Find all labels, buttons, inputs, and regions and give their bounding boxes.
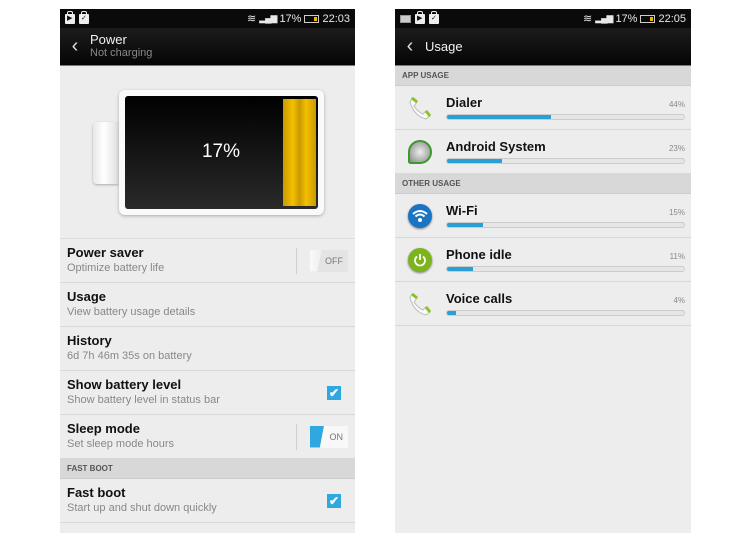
section-header-fast-boot: FAST BOOT — [60, 459, 355, 479]
usage-bar-fill — [447, 267, 474, 271]
clock: 22:05 — [658, 12, 686, 25]
action-bar: ‹ Usage — [395, 28, 691, 66]
item-title: Sleep mode — [67, 421, 140, 436]
toggle-knob — [310, 249, 322, 272]
power-screen: ▶ ✓ ≋ ▂▄▆ 17% 22:03 ‹ Power Not charging… — [60, 9, 355, 533]
usage-row-android-system[interactable]: Android System 23% — [395, 130, 691, 174]
item-subtitle: 6d 7h 46m 35s on battery — [67, 350, 192, 362]
usage-percent: 23% — [668, 144, 685, 153]
signal-icon: ▂▄▆ — [259, 13, 277, 23]
battery-level-label: 17% — [201, 141, 241, 162]
battery-icon — [304, 14, 320, 23]
usage-item[interactable]: Usage View battery usage details — [60, 283, 355, 327]
item-subtitle: Set sleep mode hours — [67, 438, 175, 450]
back-icon[interactable]: ‹ — [60, 35, 90, 58]
item-subtitle: View battery usage details — [67, 306, 196, 318]
usage-name: Wi-Fi — [446, 203, 478, 218]
power-saver-toggle[interactable]: OFF — [296, 247, 348, 274]
keyboard-icon — [400, 14, 411, 23]
section-header-other-usage: OTHER USAGE — [395, 174, 691, 194]
play-store-icon: ▶ — [65, 10, 75, 24]
usage-name: Android System — [446, 139, 546, 154]
toggle-knob — [310, 425, 324, 448]
usage-bar — [446, 266, 685, 272]
usage-bar — [446, 222, 685, 228]
usage-bar — [446, 310, 685, 316]
wifi-icon: ≋ — [246, 13, 257, 25]
item-title: Show battery level — [67, 377, 182, 392]
usage-bar-fill — [447, 223, 483, 227]
item-title: Fast boot — [67, 485, 126, 500]
power-icon — [405, 245, 435, 275]
battery-percent: 17% — [615, 12, 638, 25]
status-bar: ▶ ✓ ≋ ▂▄▆ 17% 22:03 — [60, 9, 355, 28]
sleep-mode-item[interactable]: Sleep mode Set sleep mode hours ON — [60, 415, 355, 459]
battery-terminal — [92, 121, 121, 184]
usage-row-phone-idle[interactable]: Phone idle 11% — [395, 238, 691, 282]
wifi-icon — [405, 201, 435, 231]
usage-row-wifi[interactable]: Wi-Fi 15% — [395, 194, 691, 238]
usage-percent: 11% — [669, 252, 685, 261]
signal-icon: ▂▄▆ — [595, 13, 613, 23]
fast-boot-item[interactable]: Fast boot Start up and shut down quickly… — [60, 479, 355, 523]
battery-percent: 17% — [279, 12, 302, 25]
item-title: Power saver — [67, 245, 144, 260]
item-subtitle: Optimize battery life — [67, 262, 165, 274]
page-title: Usage — [425, 38, 463, 54]
usage-name: Voice calls — [446, 291, 513, 306]
usage-name: Dialer — [446, 95, 483, 110]
wifi-icon: ≋ — [582, 13, 593, 25]
item-title: History — [67, 333, 112, 348]
battery-graphic: 17% — [60, 66, 355, 239]
usage-percent: 15% — [668, 208, 685, 217]
item-title: Usage — [67, 289, 107, 304]
usage-bar-fill — [447, 311, 457, 315]
item-subtitle: Start up and shut down quickly — [67, 502, 217, 514]
usage-screen: ▶ ✓ ≋ ▂▄▆ 17% 22:05 ‹ Usage APP USAGE Di… — [395, 9, 691, 533]
power-saver-item[interactable]: Power saver Optimize battery life OFF — [60, 239, 355, 283]
toggle-state: OFF — [325, 255, 343, 266]
toggle-state: ON — [329, 431, 344, 442]
store-check-icon: ✓ — [429, 10, 439, 24]
usage-row-voice-calls[interactable]: Voice calls 4% — [395, 282, 691, 326]
usage-percent: 44% — [668, 100, 685, 109]
page-title: Power — [90, 32, 127, 47]
fast-boot-checkbox[interactable]: ✔ — [327, 493, 341, 508]
usage-name: Phone idle — [446, 247, 512, 262]
item-subtitle: Show battery level in status bar — [67, 394, 220, 406]
usage-bar-fill — [447, 159, 502, 163]
usage-bar — [446, 158, 685, 164]
action-bar: ‹ Power Not charging — [60, 28, 355, 66]
play-store-icon: ▶ — [415, 10, 425, 24]
usage-percent: 4% — [673, 296, 685, 305]
phone-icon — [405, 93, 435, 123]
store-check-icon: ✓ — [79, 10, 89, 24]
usage-bar-fill — [447, 115, 552, 119]
clock: 22:03 — [322, 12, 350, 25]
battery-icon — [640, 14, 656, 23]
show-battery-level-checkbox[interactable]: ✔ — [327, 385, 341, 400]
history-item[interactable]: History 6d 7h 46m 35s on battery — [60, 327, 355, 371]
usage-row-dialer[interactable]: Dialer 44% — [395, 86, 691, 130]
sleep-mode-toggle[interactable]: ON — [296, 423, 348, 450]
show-battery-level-item[interactable]: Show battery level Show battery level in… — [60, 371, 355, 415]
usage-bar — [446, 114, 685, 120]
status-bar: ▶ ✓ ≋ ▂▄▆ 17% 22:05 — [395, 9, 691, 28]
phone-icon — [405, 289, 435, 319]
back-icon[interactable]: ‹ — [395, 35, 425, 58]
section-header-app-usage: APP USAGE — [395, 66, 691, 86]
charging-status: Not charging — [90, 47, 153, 59]
android-system-icon — [405, 137, 435, 167]
